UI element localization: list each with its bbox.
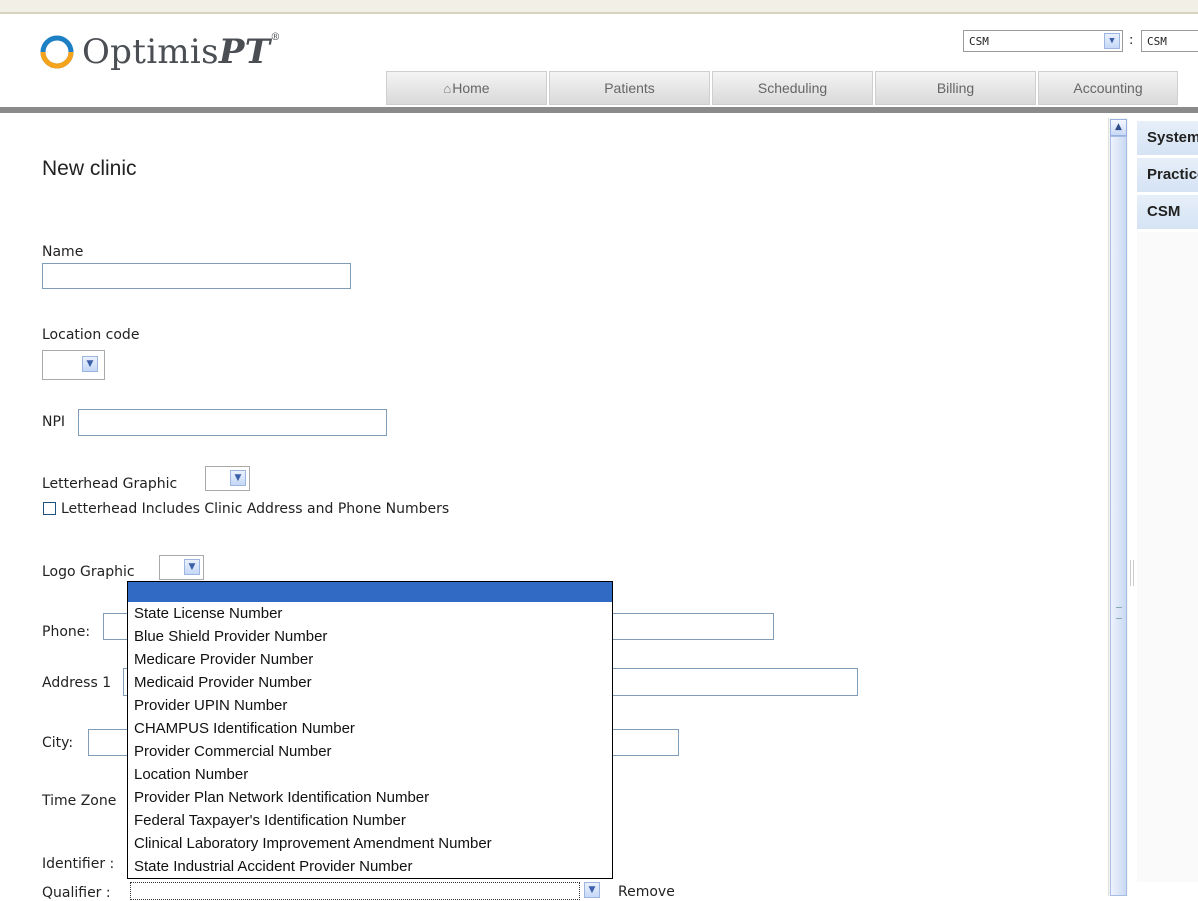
optimispt-logo: OptimisPT® [40,30,281,74]
location-code-label: Location code [42,327,140,343]
panel-splitter[interactable] [1130,560,1134,586]
dropdown-option[interactable]: Clinical Laboratory Improvement Amendmen… [128,832,612,855]
dropdown-option-blank-selected[interactable] [128,582,612,602]
chevron-down-icon[interactable]: ▼ [230,470,246,486]
dropdown-option[interactable]: Medicaid Provider Number [128,671,612,694]
chevron-down-icon[interactable]: ▼ [82,356,98,372]
tab-billing-label: Billing [936,80,975,96]
panel-item-csm[interactable]: CSM [1137,195,1198,229]
name-input[interactable] [42,263,351,289]
panel-body [1137,232,1198,882]
home-icon: ⌂ [443,80,452,96]
panel-item-practice[interactable]: Practice [1137,158,1198,192]
dropdown-option[interactable]: Provider Plan Network Identification Num… [128,786,612,809]
logo-registered-mark: ® [270,32,281,43]
logo-ring-icon [40,35,74,69]
logo-graphic-label: Logo Graphic [42,564,135,580]
tab-scheduling[interactable]: Scheduling [712,71,873,105]
dropdown-option[interactable]: Medicare Provider Number [128,648,612,671]
tab-accounting[interactable]: Accounting [1038,71,1178,105]
logo-graphic-select[interactable]: ▼ [159,555,204,580]
tab-home-label: Home [452,80,490,96]
tab-accounting-label: Accounting [1073,80,1143,96]
account-select[interactable]: CSM ▼ [963,30,1123,52]
name-label: Name [42,244,84,260]
scrollbar-thumb[interactable] [1110,136,1127,896]
identifier-label: Identifier : [42,856,115,872]
scroll-up-icon[interactable]: ▲ [1110,119,1127,136]
tab-patients-label: Patients [604,80,655,96]
location-code-select[interactable]: ▼ [42,350,105,380]
panel-item-system[interactable]: System [1137,121,1198,155]
dropdown-option[interactable]: Provider UPIN Number [128,694,612,717]
tab-scheduling-label: Scheduling [757,80,828,96]
qualifier-label: Qualifier : [42,885,111,901]
page-title: New clinic [42,157,137,180]
clinic-select-value: CSM [1147,35,1167,48]
npi-label: NPI [42,414,66,430]
chevron-down-icon[interactable]: ▼ [184,559,200,575]
npi-input[interactable] [78,409,387,436]
tab-billing[interactable]: Billing [875,71,1036,105]
remove-link[interactable]: Remove [618,884,675,900]
logo-text: OptimisPT® [82,32,281,72]
tab-home[interactable]: ⌂ Home [386,71,547,105]
main-nav: ⌂ Home Patients Scheduling Billing Accoun… [386,71,1198,107]
dropdown-option[interactable]: Provider Commercial Number [128,740,612,763]
letterhead-checkbox-label: Letterhead Includes Clinic Address and P… [61,501,450,517]
qualifier-select[interactable] [130,882,580,900]
dropdown-option[interactable]: Federal Taxpayer's Identification Number [128,809,612,832]
letterhead-label: Letterhead Graphic [42,476,178,492]
letterhead-checkbox[interactable] [43,502,56,515]
city-label: City: [42,735,74,751]
identifier-dropdown-list: State License Number Blue Shield Provide… [127,581,613,879]
address1-label: Address 1 [42,675,112,691]
chevron-down-icon[interactable]: ▼ [1104,33,1120,49]
header-divider [0,107,1198,113]
right-panel: System Practice CSM [1137,121,1198,882]
timezone-label: Time Zone [42,793,117,809]
phone-label: Phone: [42,624,91,640]
logo-suffix: PT [218,32,271,72]
tab-patients[interactable]: Patients [549,71,710,105]
letterhead-select[interactable]: ▼ [205,466,250,491]
clinic-select[interactable]: CSM [1141,30,1198,52]
dropdown-option[interactable]: State License Number [128,602,612,625]
dropdown-option[interactable]: Location Number [128,763,612,786]
dropdown-option[interactable]: CHAMPUS Identification Number [128,717,612,740]
select-separator: : [1129,33,1134,48]
account-select-value: CSM [969,35,989,48]
vertical-scrollbar[interactable]: ▲ [1108,118,1128,896]
dropdown-option[interactable]: Blue Shield Provider Number [128,625,612,648]
top-border [0,0,1198,14]
dropdown-option[interactable]: State Industrial Accident Provider Numbe… [128,855,612,878]
logo-main: Optimis [82,32,219,72]
grip-icon [1116,607,1122,619]
